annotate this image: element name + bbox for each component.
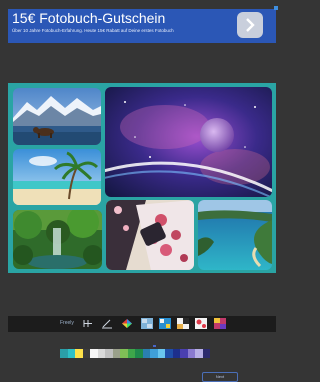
chevron-right-icon (246, 18, 255, 32)
edit-icon[interactable] (101, 318, 113, 329)
mosaic-pattern-icon[interactable] (214, 318, 226, 329)
ad-banner[interactable]: 15€ Fotobuch-Gutschein Über 10 Jahre Fot… (8, 9, 276, 43)
ad-subtitle: Über 10 Jahre Fotobuch-Erfahrung. Heute … (12, 28, 174, 33)
palette-swatch[interactable] (82, 349, 90, 358)
ad-title: 15€ Fotobuch-Gutschein (12, 10, 166, 26)
palette-swatch[interactable] (165, 349, 173, 358)
palette-swatch[interactable] (97, 349, 105, 358)
palette-swatch[interactable] (127, 349, 135, 358)
palette-swatch[interactable] (105, 349, 113, 358)
galaxy-moon-photo[interactable] (105, 87, 272, 197)
color-palette[interactable] (60, 349, 210, 358)
mountains-bear-photo[interactable] (13, 88, 101, 145)
palette-swatch[interactable] (195, 349, 203, 358)
coastline-photo[interactable] (198, 200, 272, 270)
tropical-beach-photo[interactable] (13, 149, 101, 205)
grid-pattern-icon[interactable] (159, 318, 171, 329)
palette-swatch[interactable] (90, 349, 98, 358)
palette-swatch[interactable] (75, 349, 83, 358)
flowers-fabric-photo[interactable] (106, 200, 194, 270)
ad-next-button[interactable] (237, 12, 263, 38)
palette-swatch[interactable] (135, 349, 143, 358)
frame-pattern-icon[interactable] (177, 318, 189, 329)
palette-scroll-indicator (153, 345, 156, 347)
pattern-toolbar: Freely (8, 316, 276, 332)
collage-canvas[interactable] (8, 83, 276, 273)
jungle-waterfall-photo[interactable] (13, 210, 102, 269)
color-wheel-icon[interactable] (121, 318, 133, 329)
palette-swatch[interactable] (142, 349, 150, 358)
palette-swatch[interactable] (150, 349, 158, 358)
palette-swatch[interactable] (157, 349, 165, 358)
palette-swatch[interactable] (67, 349, 75, 358)
layout-icon[interactable] (83, 318, 93, 329)
pattern-icon[interactable] (141, 318, 153, 329)
palette-swatch[interactable] (172, 349, 180, 358)
palette-swatch[interactable] (187, 349, 195, 358)
ad-info-icon[interactable] (274, 6, 278, 10)
palette-swatch[interactable] (120, 349, 128, 358)
palette-swatch[interactable] (202, 349, 210, 358)
flower-pattern-icon[interactable] (195, 318, 207, 329)
palette-swatch[interactable] (112, 349, 120, 358)
toolbar-label: Freely (60, 320, 74, 326)
palette-swatch[interactable] (180, 349, 188, 358)
next-button[interactable]: Next (202, 372, 238, 382)
palette-swatch[interactable] (60, 349, 68, 358)
